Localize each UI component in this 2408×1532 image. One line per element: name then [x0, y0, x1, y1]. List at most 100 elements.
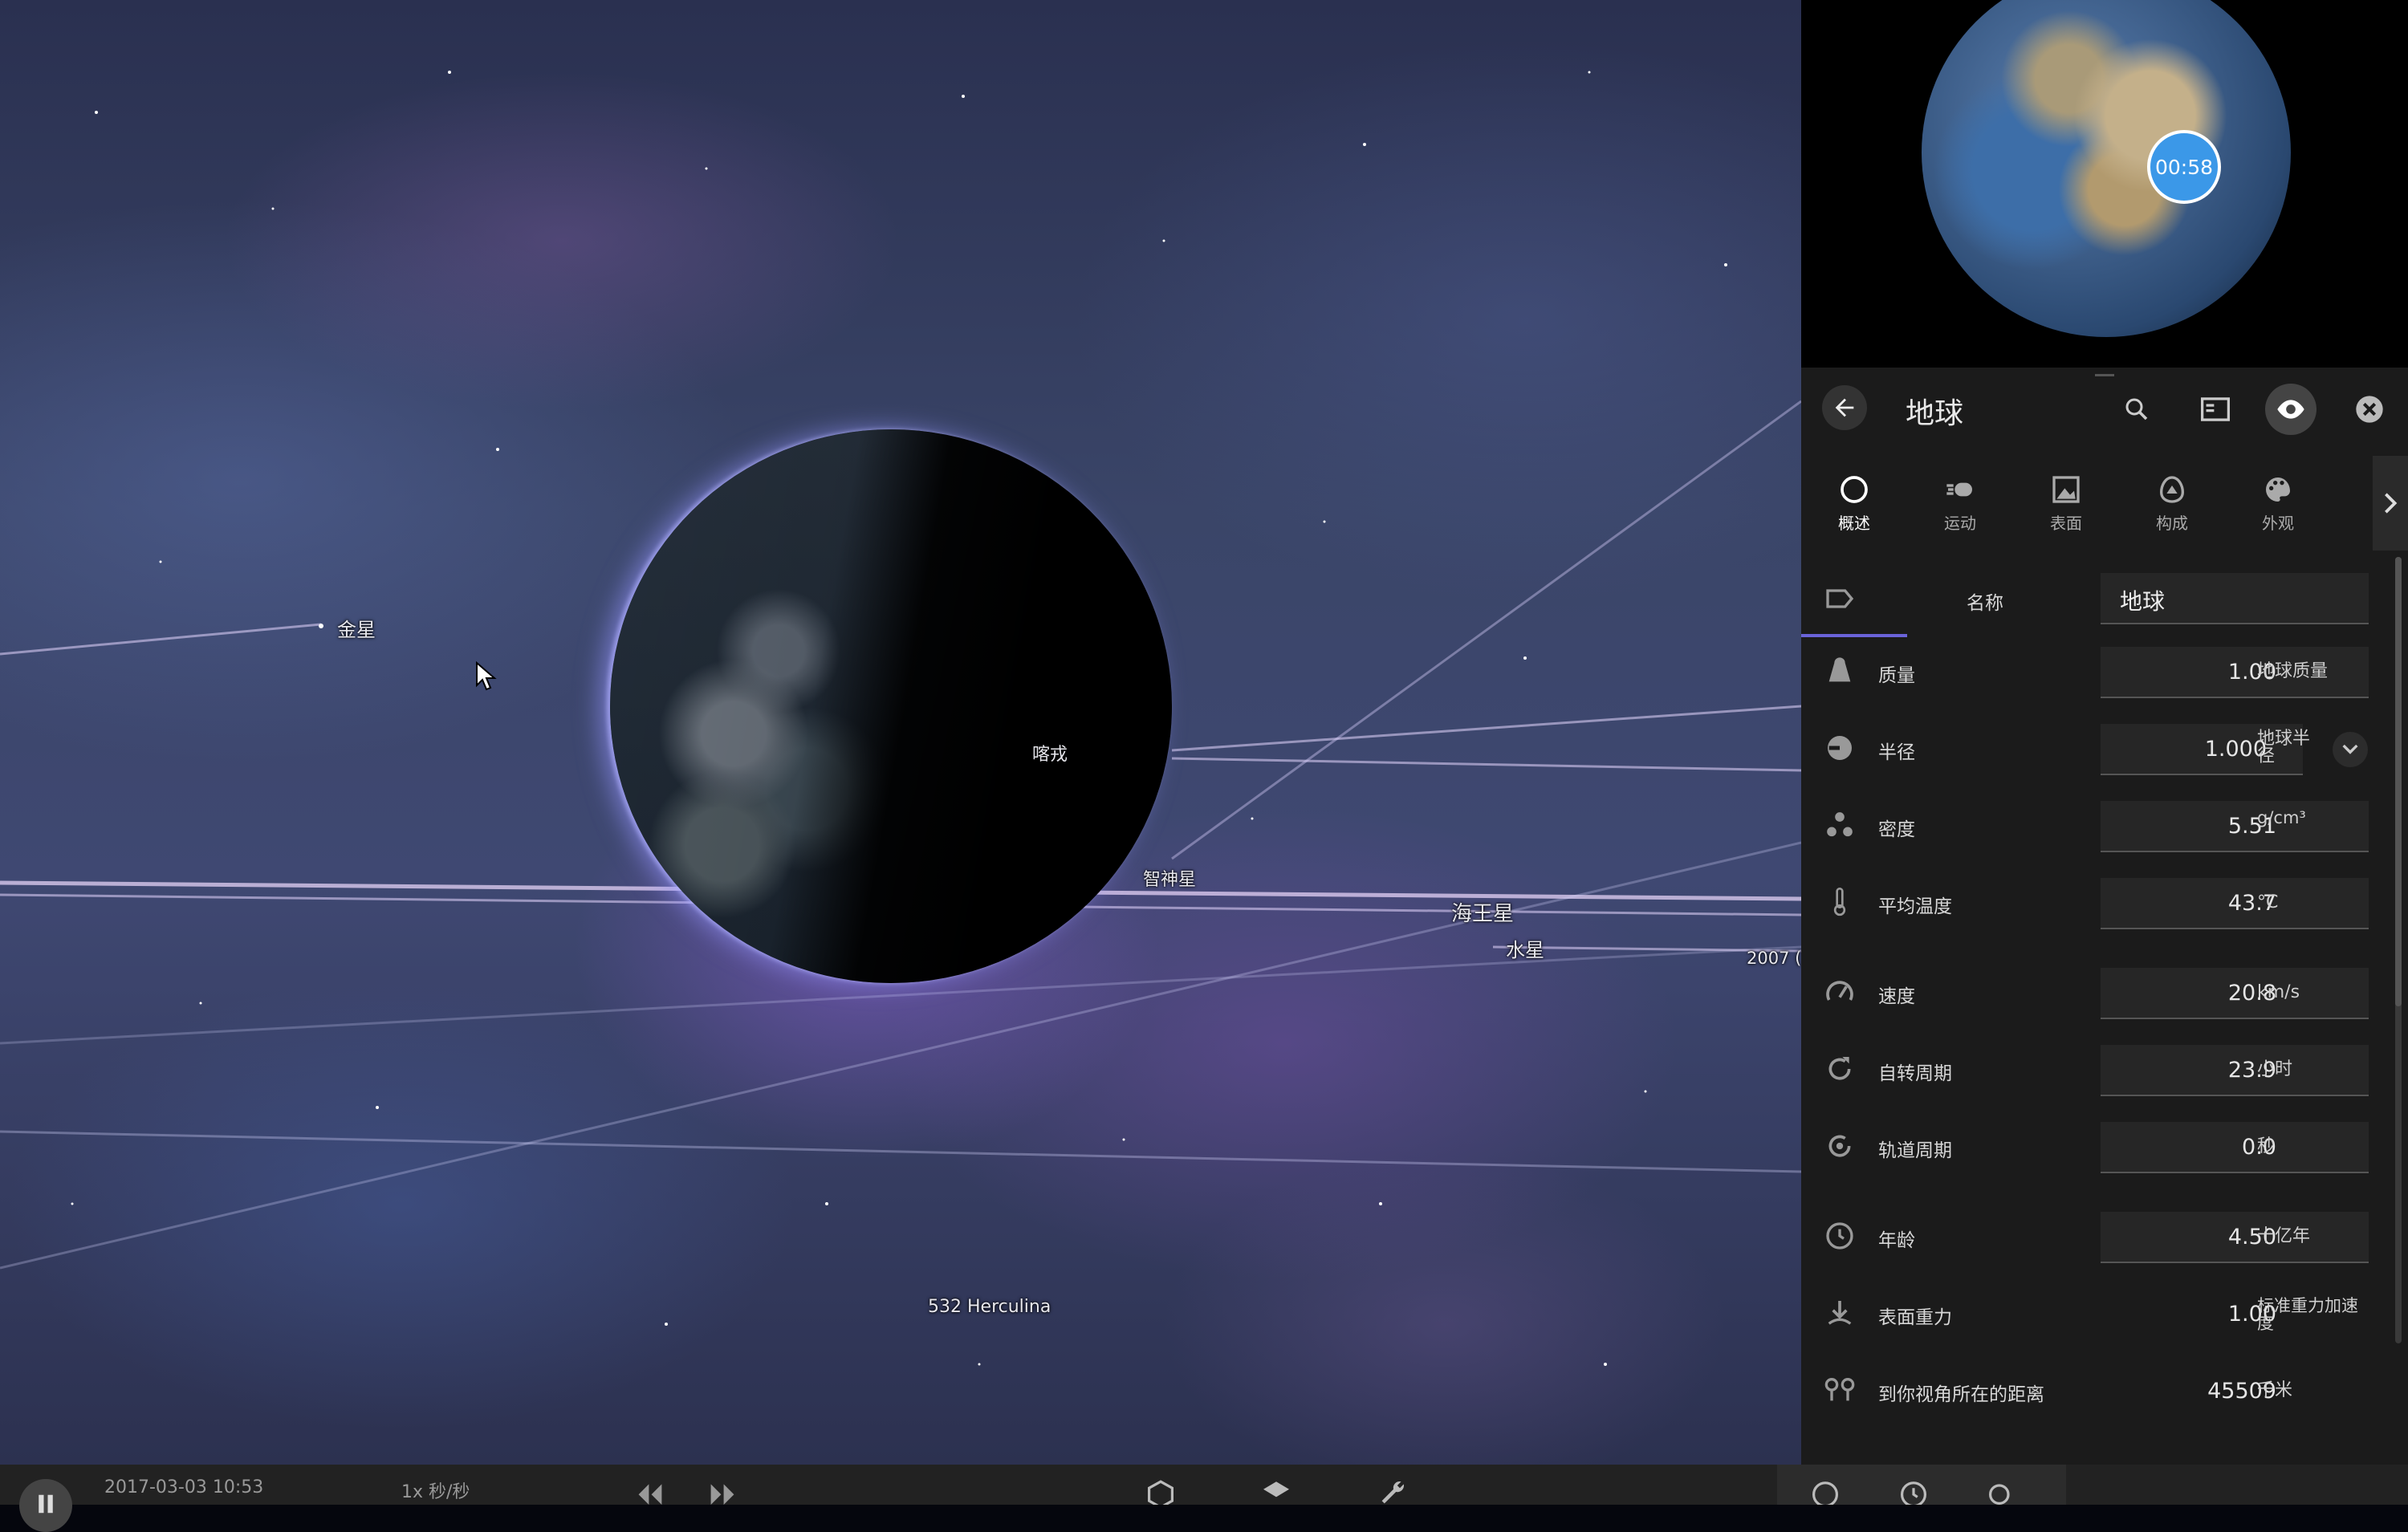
tab-overview[interactable]: 概述: [1801, 456, 1907, 551]
label-herculina[interactable]: 532 Herculina: [928, 1297, 1051, 1317]
property-row: 自转周期 23.9 小时: [1801, 1037, 2408, 1101]
close-icon: [2356, 396, 2383, 423]
distance-icon: [1824, 1378, 1855, 1401]
tab-surface[interactable]: 表面: [2013, 456, 2119, 551]
search-button[interactable]: [2119, 392, 2154, 427]
search-icon[interactable]: [1986, 1479, 2018, 1505]
property-row: 密度 5.51 g/cm³: [1801, 793, 2408, 857]
property-label: 轨道周期: [1878, 1140, 1952, 1161]
property-label: 半径: [1878, 742, 1915, 763]
countdown-timer[interactable]: 00:58: [2147, 130, 2221, 204]
fast-forward-icon[interactable]: [706, 1479, 738, 1505]
tab-scroll-next-button[interactable]: [2373, 456, 2408, 551]
object-info-panel: 地球 概述 运动 表面 构成 外观 名称 地球 质量 1.00 地球质量 半径 …: [1801, 368, 2408, 1465]
property-label: 到你视角所在的距离: [1878, 1384, 2044, 1405]
name-input[interactable]: 地球: [2101, 573, 2369, 624]
mouse-cursor-icon: [476, 661, 497, 691]
active-tab-indicator: [1801, 634, 1907, 637]
cube-icon[interactable]: [1145, 1479, 1177, 1505]
name-input-value: 地球: [2120, 588, 2166, 615]
property-unit: 地球质量: [2257, 661, 2329, 681]
label-neptune[interactable]: 海王星: [1451, 897, 1514, 927]
property-unit: 地球半径: [2257, 729, 2311, 766]
property-row: 速度 20.8 km/s: [1801, 960, 2408, 1024]
property-unit: 秒: [2257, 1136, 2276, 1156]
planet-earth[interactable]: [610, 429, 1172, 983]
history-icon[interactable]: [1898, 1479, 1930, 1505]
property-unit: 标准重力加速度: [2257, 1296, 2358, 1333]
tab-label: 概述: [1838, 514, 1870, 533]
rotation-icon: [1828, 1057, 1851, 1080]
earth-thumbnail: [1922, 0, 2291, 337]
simulation-speed[interactable]: 1x 秒/秒: [401, 1477, 470, 1503]
bottom-right-tools: [1777, 1465, 2066, 1505]
property-label: 年龄: [1878, 1230, 1915, 1251]
label-asteroid-2007[interactable]: 2007 (: [1747, 949, 1801, 968]
property-label: 质量: [1878, 665, 1915, 686]
space-viewport[interactable]: 金星 喀戎 智神星 海王星 水星 2007 ( 532 Herculina: [0, 0, 1801, 1465]
back-button[interactable]: [1822, 385, 1867, 430]
property-row: 到你视角所在的距离 45509 千米: [1801, 1358, 2408, 1422]
property-unit: g/cm³: [2257, 808, 2306, 827]
tab-label: 表面: [2050, 514, 2082, 533]
tab-motion[interactable]: 运动: [1907, 456, 2013, 551]
speedometer-icon: [1826, 981, 1853, 1001]
property-row-name: 名称 地球: [1801, 567, 2408, 631]
panel-title: 地球: [1906, 397, 1964, 430]
property-row: 年龄 4.50 十亿年: [1801, 1204, 2408, 1268]
density-icon: [1827, 812, 1853, 837]
label-pallas[interactable]: 智神星: [1143, 865, 1196, 891]
weight-icon: [1828, 657, 1851, 682]
layers-icon[interactable]: [1260, 1479, 1292, 1505]
wrench-icon[interactable]: [1377, 1479, 1409, 1505]
object-preview[interactable]: 00:58: [1801, 0, 2408, 368]
info-icon[interactable]: [1809, 1479, 1841, 1505]
label-charon[interactable]: 喀戎: [1032, 740, 1068, 766]
property-unit: km/s: [2257, 982, 2300, 1002]
property-label: 表面重力: [1878, 1307, 1952, 1328]
property-unit: 小时: [2257, 1059, 2293, 1079]
gravity-icon: [1828, 1301, 1852, 1325]
property-unit: 十亿年: [2257, 1226, 2311, 1246]
simulation-date[interactable]: 2017-03-03 10:53: [104, 1477, 263, 1497]
clock-icon: [1826, 1222, 1853, 1250]
rewind-icon[interactable]: [634, 1479, 666, 1505]
tab-bar: 概述 运动 表面 构成 外观: [1801, 456, 2408, 637]
property-label: 自转周期: [1878, 1063, 1952, 1084]
tab-label: 外观: [2262, 514, 2294, 533]
motion-icon: [1946, 482, 1972, 497]
circle-icon: [1841, 476, 1868, 503]
close-button[interactable]: [2352, 392, 2387, 427]
bottom-toolbar: 2017-03-03 10:53 1x 秒/秒: [0, 1465, 2408, 1532]
panel-layout-icon: [2201, 397, 2230, 421]
property-label: 速度: [1878, 986, 1915, 1007]
scrollbar-thumb[interactable]: [2395, 557, 2402, 1006]
tab-label: 运动: [1944, 514, 1976, 533]
radius-icon: [1828, 736, 1852, 760]
search-icon: [2125, 398, 2148, 421]
label-mercury[interactable]: 水星: [1506, 934, 1544, 962]
property-row: 表面重力 1.00 标准重力加速度: [1801, 1281, 2408, 1345]
pause-button[interactable]: [19, 1479, 72, 1532]
label-venus[interactable]: 金星: [337, 614, 376, 642]
eye-icon: [2277, 400, 2304, 419]
chevron-down-icon: [2342, 744, 2358, 754]
tab-composition[interactable]: 构成: [2119, 456, 2225, 551]
tab-appearance[interactable]: 外观: [2225, 456, 2331, 551]
arrow-left-icon: [1835, 398, 1854, 417]
orbit-icon: [1828, 1135, 1851, 1157]
tab-label: 构成: [2156, 514, 2188, 533]
thermometer-icon: [1833, 888, 1846, 916]
composition-icon: [2159, 476, 2185, 503]
chevron-right-icon: [2385, 493, 2398, 514]
property-label: 密度: [1878, 819, 1915, 840]
view-toggle-button[interactable]: [2265, 384, 2316, 435]
property-unit: 千米: [2257, 1380, 2293, 1400]
property-row: 质量 1.00 地球质量: [1801, 639, 2408, 703]
palette-icon: [2266, 477, 2290, 502]
unit-dropdown-button[interactable]: [2333, 732, 2368, 767]
property-label: 平均温度: [1878, 896, 1952, 917]
name-label: 名称: [1967, 593, 2003, 614]
tag-icon: [1826, 589, 1854, 608]
layout-button[interactable]: [2198, 392, 2233, 427]
